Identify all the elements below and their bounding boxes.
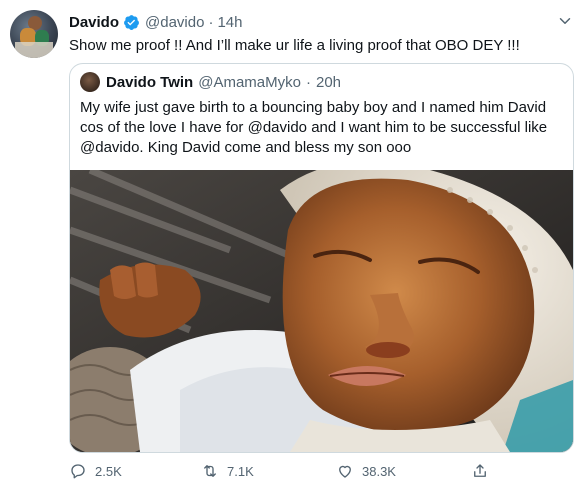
tweet-header: Davido @davido · 14h (69, 12, 242, 32)
baby-photo-image (70, 170, 573, 452)
tweet-text: Show me proof !! And I’ll make ur life a… (69, 37, 520, 54)
author-avatar[interactable] (10, 10, 58, 58)
share-button[interactable] (471, 459, 497, 483)
quoted-tweet-time: 20h (315, 73, 342, 91)
header-separator: · (208, 13, 214, 31)
quoted-author-avatar (80, 72, 100, 92)
retweet-count: 7.1K (227, 463, 254, 479)
reply-count: 2.5K (95, 463, 122, 479)
tweet-time[interactable]: 14h (217, 14, 242, 31)
quoted-text-line: My wife just gave birth to a bouncing ba… (80, 99, 547, 116)
reply-icon (71, 464, 85, 479)
quoted-tweet-text: My wife just gave birth to a bouncing ba… (80, 98, 547, 158)
tweet-actions: 2.5K 7.1K 38.3K (65, 459, 515, 483)
quoted-tweet-photo[interactable] (70, 170, 573, 452)
quoted-author-handle: @AmamaMyko (198, 73, 301, 91)
author-handle[interactable]: @davido (145, 14, 204, 31)
like-count: 38.3K (362, 463, 396, 479)
quoted-author-name: Davido Twin (106, 73, 194, 91)
quoted-header-separator: · (305, 73, 311, 91)
share-icon (474, 464, 486, 477)
quoted-tweet[interactable]: Davido Twin @AmamaMyko · 20h My wife jus… (69, 63, 574, 453)
verified-badge-icon (124, 14, 139, 30)
like-button[interactable]: 38.3K (336, 459, 396, 483)
author-name[interactable]: Davido (69, 14, 119, 31)
quoted-text-line: cos of the love I have for @davido and I… (80, 119, 548, 136)
quoted-tweet-header: Davido Twin @AmamaMyko · 20h (80, 72, 341, 92)
reply-button[interactable]: 2.5K (69, 459, 122, 483)
quoted-text-line: @davido. King David come and bless my so… (80, 139, 412, 156)
retweet-button[interactable]: 7.1K (201, 459, 254, 483)
retweet-icon (204, 465, 216, 477)
tweet[interactable]: Davido @davido · 14h Show me proof !! An… (0, 0, 584, 487)
chevron-down-icon[interactable] (556, 12, 574, 30)
like-icon (339, 465, 351, 478)
